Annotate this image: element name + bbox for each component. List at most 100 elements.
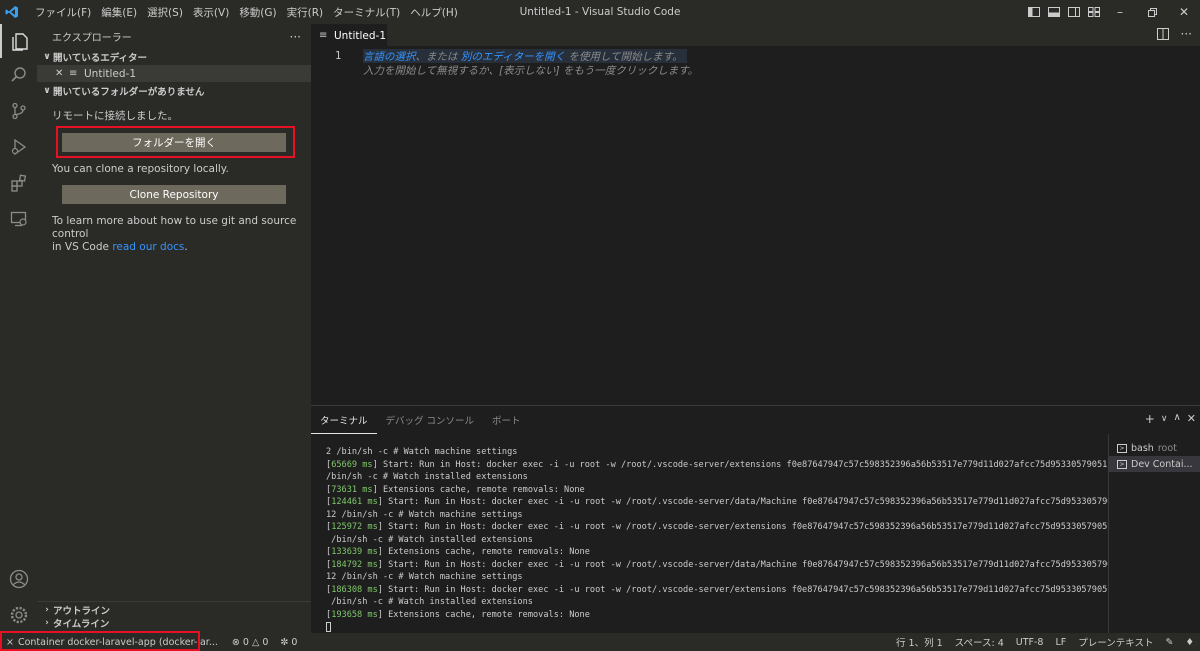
- chevron-down-icon[interactable]: ∨: [1161, 412, 1168, 426]
- menu-selection[interactable]: 選択(S): [142, 5, 188, 20]
- new-terminal-icon[interactable]: +: [1145, 412, 1155, 426]
- explorer-sidebar: エクスプローラー ··· ∨ 開いているエディター ✕ ≡ Untitled-1…: [37, 24, 311, 633]
- terminal-item-dev-container[interactable]: > Dev Contai...: [1109, 456, 1200, 472]
- outline-header[interactable]: › アウトライン: [37, 601, 311, 617]
- vscode-logo-icon: [0, 0, 24, 24]
- cursor-position[interactable]: 行 1、列 1: [890, 635, 949, 649]
- source-control-icon[interactable]: [0, 94, 37, 128]
- sidebar-title: エクスプローラー: [52, 33, 132, 44]
- remote-explorer-icon[interactable]: [0, 202, 37, 236]
- timeline-label: タイムライン: [53, 619, 110, 629]
- learn-line-2: in VS Code read our docs.: [52, 241, 297, 254]
- terminal-timestamp: 193658 ms: [331, 609, 378, 620]
- error-count: 0: [242, 636, 249, 648]
- terminal-text: /bin/sh -c # Watch installed extensions: [326, 472, 528, 482]
- notifications-bell-icon[interactable]: ♦: [1179, 637, 1200, 648]
- open-other-editor-link[interactable]: 別のエディターを開く: [461, 51, 565, 63]
- explorer-icon[interactable]: [0, 24, 37, 58]
- terminal-line: 12 /bin/sh -c # Watch machine settings: [326, 509, 1108, 522]
- ports-icon: ✼: [280, 636, 289, 648]
- language-mode[interactable]: プレーンテキスト: [1072, 635, 1159, 649]
- hint-mid: 、または: [415, 51, 461, 63]
- warning-count: 0: [262, 636, 269, 648]
- tab-debug-console[interactable]: デバッグ コンソール: [377, 406, 484, 434]
- account-icon[interactable]: [0, 562, 37, 596]
- terminal-line: /bin/sh -c # Watch installed extensions: [326, 534, 1108, 547]
- editor-tabs: ≡ Untitled-1 ···: [311, 24, 1200, 46]
- menu-terminal[interactable]: ターミナル(T): [328, 5, 405, 20]
- close-panel-icon[interactable]: ✕: [1187, 412, 1196, 426]
- terminal-line: [124461 ms] Start: Run in Host: docker e…: [326, 496, 1108, 509]
- terminal-text: /bin/sh -c # Watch installed extensions: [326, 534, 533, 545]
- line-number: 1: [335, 50, 342, 62]
- learn-line-1: To learn more about how to use git and s…: [52, 215, 297, 240]
- clone-repository-button[interactable]: Clone Repository: [62, 185, 286, 204]
- terminal-timestamp: 124461 ms: [331, 497, 378, 507]
- menu-file[interactable]: ファイル(F): [30, 5, 96, 20]
- terminal-name: bash: [1131, 442, 1154, 454]
- more-actions-icon[interactable]: ···: [290, 30, 301, 44]
- toggle-panel-icon[interactable]: [1044, 0, 1064, 24]
- highlight-box-open-folder: [56, 126, 295, 158]
- problems-indicator[interactable]: ⊗ 0 △ 0: [226, 637, 274, 648]
- open-editors-header[interactable]: ∨ 開いているエディター: [37, 49, 311, 65]
- no-folder-label: 開いているフォルダーがありません: [53, 87, 205, 98]
- settings-gear-icon[interactable]: [0, 598, 37, 632]
- more-actions-icon[interactable]: ···: [1181, 28, 1192, 43]
- close-icon[interactable]: ✕: [55, 68, 69, 79]
- customize-layout-icon[interactable]: [1084, 0, 1104, 24]
- menu-help[interactable]: ヘルプ(H): [405, 5, 463, 20]
- chevron-down-icon: ∨: [43, 86, 51, 96]
- terminal-timestamp: 184792 ms: [331, 559, 378, 570]
- timeline-header[interactable]: › タイムライン: [37, 617, 311, 629]
- bottom-panel: ターミナル デバッグ コンソール ポート + ∨ ∧ ✕ 2 /bin/sh -…: [311, 405, 1200, 634]
- run-debug-icon[interactable]: [0, 130, 37, 164]
- toggle-secondary-sidebar-icon[interactable]: [1064, 0, 1084, 24]
- feedback-icon[interactable]: ✎: [1160, 637, 1180, 648]
- open-editor-label: Untitled-1: [84, 67, 137, 80]
- extensions-icon[interactable]: [0, 166, 37, 200]
- editor-area[interactable]: 1 言語の選択、または 別のエディターを開く を使用して開始します。 入力を開始…: [311, 46, 1200, 405]
- restore-icon[interactable]: [1136, 0, 1168, 24]
- tab-terminal[interactable]: ターミナル: [311, 406, 377, 434]
- tab-label: Untitled-1: [334, 29, 387, 42]
- terminal-text: 12 /bin/sh -c # Watch machine settings: [326, 509, 523, 520]
- terminal-line: /bin/sh -c # Watch installed extensions: [326, 596, 1108, 609]
- terminal-timestamp: 73631 ms: [331, 484, 373, 495]
- end-of-line[interactable]: LF: [1049, 637, 1072, 648]
- clone-text: You can clone a repository locally.: [52, 163, 229, 175]
- terminal-line: [65669 ms] Start: Run in Host: docker ex…: [326, 459, 1108, 472]
- terminal-text: Start: Run in Host: docker exec -i -u ro…: [382, 497, 1108, 507]
- indentation[interactable]: スペース: 4: [949, 635, 1010, 649]
- chevron-right-icon: ›: [45, 618, 49, 628]
- menu-edit[interactable]: 編集(E): [96, 5, 142, 20]
- read-docs-link[interactable]: read our docs: [112, 241, 184, 253]
- menu-run[interactable]: 実行(R): [282, 5, 329, 20]
- tab-ports[interactable]: ポート: [483, 406, 530, 434]
- search-icon[interactable]: [0, 58, 37, 92]
- terminal-line: [133639 ms] Extensions cache, remote rem…: [326, 546, 1108, 559]
- menu-view[interactable]: 表示(V): [188, 5, 234, 20]
- minimize-icon[interactable]: –: [1104, 0, 1136, 24]
- terminal-icon: >: [1117, 443, 1127, 453]
- split-editor-icon[interactable]: [1156, 28, 1169, 43]
- file-icon: ≡: [319, 30, 328, 41]
- terminal-line: [73631 ms] Extensions cache, remote remo…: [326, 484, 1108, 497]
- terminal-text: 12 /bin/sh -c # Watch machine settings: [326, 572, 523, 582]
- no-folder-header[interactable]: ∨ 開いているフォルダーがありません: [37, 83, 311, 99]
- terminal-output[interactable]: 2 /bin/sh -c # Watch machine settings [65…: [326, 446, 1108, 634]
- error-icon: ⊗: [231, 636, 240, 648]
- hint-end: を使用して開始します。: [565, 51, 683, 63]
- tab-untitled-1[interactable]: ≡ Untitled-1: [311, 24, 387, 46]
- select-language-link[interactable]: 言語の選択: [363, 51, 416, 63]
- ports-indicator[interactable]: ✼ 0: [274, 637, 303, 648]
- terminal-line: /bin/sh -c # Watch installed extensions: [326, 471, 1108, 484]
- maximize-panel-icon[interactable]: ∧: [1173, 412, 1180, 426]
- toggle-sidebar-icon[interactable]: [1024, 0, 1044, 24]
- encoding[interactable]: UTF-8: [1010, 637, 1050, 648]
- terminal-item-bash[interactable]: > bash root: [1109, 440, 1200, 456]
- close-window-icon[interactable]: ✕: [1168, 0, 1200, 24]
- editor-hint-line-1: 言語の選択、または 別のエディターを開く を使用して開始します。: [363, 49, 687, 63]
- menu-go[interactable]: 移動(G): [234, 5, 281, 20]
- open-editor-item[interactable]: ✕ ≡ Untitled-1: [37, 65, 311, 82]
